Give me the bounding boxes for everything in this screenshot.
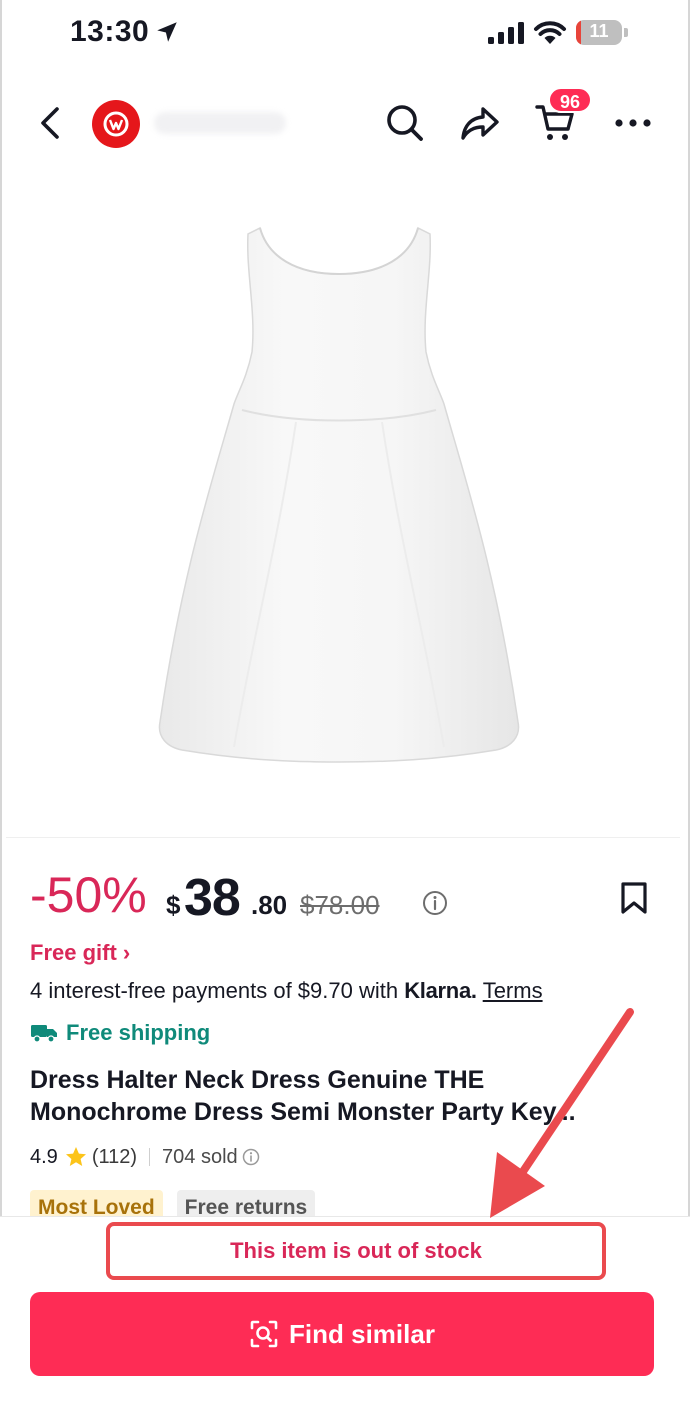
star-icon <box>65 1147 86 1166</box>
more-options-button[interactable] <box>608 98 658 148</box>
free-shipping-label: Free shipping <box>66 1020 211 1045</box>
image-search-icon <box>250 1320 278 1348</box>
klarna-payments: 4 interest-free payments of $9.70 with K… <box>30 978 543 1004</box>
back-button[interactable] <box>30 100 70 146</box>
bookmark-button[interactable] <box>612 876 656 920</box>
price-currency: $ <box>166 890 181 920</box>
out-of-stock-text: This item is out of stock <box>230 1238 482 1263</box>
product-image[interactable] <box>6 162 680 838</box>
terms-link[interactable]: Terms <box>483 978 543 1003</box>
share-button[interactable] <box>455 98 505 148</box>
out-of-stock-notice: This item is out of stock <box>106 1222 606 1280</box>
klarna-brand: Klarna. <box>404 978 477 1003</box>
battery-indicator: 11 <box>576 20 628 45</box>
discount-percentage: -50% <box>30 867 147 923</box>
price-info-icon[interactable] <box>422 890 448 916</box>
dress-image <box>158 226 520 763</box>
sold-info-icon[interactable] <box>242 1148 260 1166</box>
free-gift-link[interactable]: Free gift › <box>30 940 130 966</box>
shop-logo-icon <box>103 111 129 137</box>
price-whole: 38 <box>184 869 241 927</box>
back-icon <box>41 107 59 139</box>
cellular-signal-icon <box>488 22 524 44</box>
find-similar-label: Find similar <box>289 1318 435 1349</box>
frame-edge-left <box>0 0 2 1414</box>
price-row: -50% $ 38 .80 $78.00 <box>30 866 590 930</box>
find-similar-button[interactable]: Find similar <box>30 1292 654 1376</box>
shop-avatar[interactable] <box>92 100 140 148</box>
sold-count: 704 sold <box>162 1145 238 1168</box>
search-icon <box>387 105 423 141</box>
wifi-icon <box>534 21 566 44</box>
share-icon <box>461 107 499 140</box>
product-nav-bar: 96 <box>0 78 690 168</box>
more-icon <box>615 119 651 127</box>
cart-count-badge: 96 <box>548 87 592 113</box>
rating-value: 4.9 <box>30 1145 58 1168</box>
search-button[interactable] <box>380 98 430 148</box>
truck-icon <box>31 1025 57 1043</box>
shop-name-redacted[interactable] <box>154 112 286 134</box>
payments-text: 4 interest-free payments of $9.70 with <box>30 978 405 1003</box>
location-arrow-icon <box>157 22 177 42</box>
price-cents: .80 <box>251 890 288 920</box>
original-price: $78.00 <box>300 890 380 920</box>
battery-level: 11 <box>589 21 609 41</box>
status-time: 13:30 <box>70 15 150 48</box>
free-shipping: Free shipping <box>30 1018 210 1048</box>
rating-row[interactable]: 4.9 (112) 704 sold <box>30 1142 260 1172</box>
bookmark-icon <box>621 882 647 914</box>
status-bar: 13:30 11 <box>0 0 690 66</box>
product-title-line-1[interactable]: Dress Halter Neck Dress Genuine THE <box>30 1066 660 1095</box>
review-count: (112) <box>91 1145 138 1168</box>
rating-divider <box>149 1148 151 1166</box>
product-title-line-2[interactable]: Monochrome Dress Semi Monster Party Key.… <box>30 1098 660 1127</box>
